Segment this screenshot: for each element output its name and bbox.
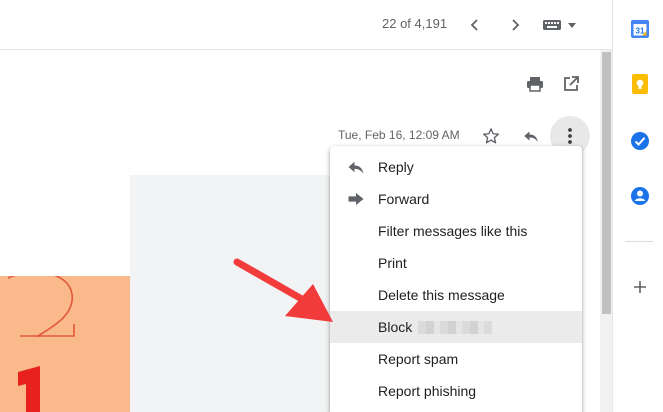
menu-item-delete[interactable]: Delete this message <box>330 279 582 311</box>
menu-item-label: Report phishing <box>378 383 477 399</box>
contacts-button[interactable] <box>630 186 650 206</box>
menu-item-report-phishing[interactable]: Report phishing <box>330 375 582 407</box>
reply-icon <box>524 131 538 142</box>
more-vert-icon <box>568 128 572 144</box>
forward-icon <box>346 191 366 207</box>
message-counter: 22 of 4,191 <box>382 16 448 31</box>
menu-item-label: Forward <box>378 191 430 207</box>
side-panel: 31 <box>612 0 663 412</box>
email-orange-image <box>0 276 130 412</box>
tasks-icon <box>631 132 649 150</box>
open-new-window-button[interactable] <box>557 70 585 98</box>
menu-item-reply[interactable]: Reply <box>330 151 582 183</box>
menu-item-label: Block <box>378 319 413 335</box>
keep-button[interactable] <box>630 74 650 94</box>
chevron-left-icon <box>470 19 478 31</box>
contacts-icon <box>631 187 649 205</box>
gmail-message-view: 22 of 4,191 Tue, Feb 16, 12:09 AM 31 Rep… <box>0 0 663 412</box>
print-all-button[interactable] <box>521 70 549 98</box>
message-toolbar: 22 of 4,191 <box>0 0 612 50</box>
menu-item-label: Filter messages like this <box>378 223 528 239</box>
keyboard-icon <box>543 20 576 30</box>
menu-item-print[interactable]: Print <box>330 247 582 279</box>
side-panel-divider <box>625 241 653 242</box>
input-tools-button[interactable] <box>540 12 580 38</box>
reply-icon <box>346 159 366 175</box>
keep-icon <box>632 74 648 94</box>
add-icon <box>634 281 646 293</box>
chevron-right-icon <box>512 19 520 31</box>
message-date: Tue, Feb 16, 12:09 AM <box>338 128 460 142</box>
redacted-sender-name <box>418 320 493 334</box>
older-button[interactable] <box>462 12 488 38</box>
menu-item-block[interactable]: Block <box>330 311 582 343</box>
annotation-arrow-icon <box>233 258 333 322</box>
more-options-menu: Reply Forward Filter messages like this … <box>330 146 582 412</box>
newer-button[interactable] <box>502 12 528 38</box>
calendar-icon: 31 <box>631 20 649 38</box>
get-addons-button[interactable] <box>630 277 650 297</box>
number-graphic <box>7 276 75 412</box>
star-icon <box>482 128 500 144</box>
menu-item-label: Reply <box>378 159 414 175</box>
menu-item-label: Print <box>378 255 407 271</box>
tasks-button[interactable] <box>630 131 650 151</box>
menu-item-filter[interactable]: Filter messages like this <box>330 215 582 247</box>
calendar-date-label: 31 <box>636 27 645 36</box>
menu-item-label: Report spam <box>378 351 459 367</box>
open-in-new-window-icon <box>564 76 579 91</box>
print-icon <box>527 77 543 92</box>
menu-item-forward[interactable]: Forward <box>330 183 582 215</box>
scrollbar-thumb[interactable] <box>602 52 611 314</box>
menu-item-report-spam[interactable]: Report spam <box>330 343 582 375</box>
calendar-button[interactable]: 31 <box>630 19 650 39</box>
menu-item-label: Delete this message <box>378 287 505 303</box>
